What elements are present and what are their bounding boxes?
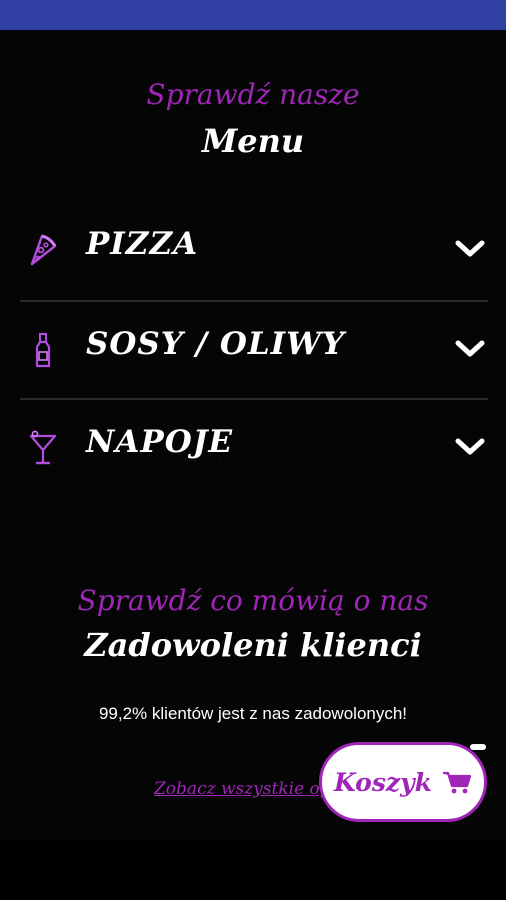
bottle-icon [35, 333, 51, 368]
pizza-slice-icon [30, 234, 57, 266]
cart-label: Koszyk [334, 767, 432, 797]
menu-item-label: PIZZA [86, 226, 199, 262]
chevron-down-icon[interactable] [454, 436, 486, 458]
menu-item-pizza[interactable]: PIZZA [20, 200, 488, 298]
menu-section-subtitle: Sprawdź nasze [146, 78, 360, 111]
scroll-indicator [470, 744, 486, 750]
reviews-section-title: Zadowoleni klienci [84, 626, 422, 664]
cart-icon [442, 771, 472, 794]
reviews-section-subtitle: Sprawdź co mówią o nas [77, 584, 429, 617]
menu-section-title: Menu [201, 122, 305, 160]
menu-item-sauces-oils[interactable]: SOSY / OLIWY [20, 300, 488, 398]
bottom-bar [0, 840, 506, 900]
menu-item-label: SOSY / OLIWY [86, 326, 346, 362]
menu-item-label: NAPOJE [86, 424, 233, 460]
cocktail-icon [29, 430, 57, 465]
menu-item-drinks[interactable]: NAPOJE [20, 398, 488, 496]
chevron-down-icon[interactable] [454, 338, 486, 360]
satisfaction-text: 99,2% klientów jest z nas zadowolonych! [98, 704, 408, 723]
status-bar [0, 0, 506, 30]
cart-button[interactable]: Koszyk [319, 742, 487, 822]
chevron-down-icon[interactable] [454, 238, 486, 260]
